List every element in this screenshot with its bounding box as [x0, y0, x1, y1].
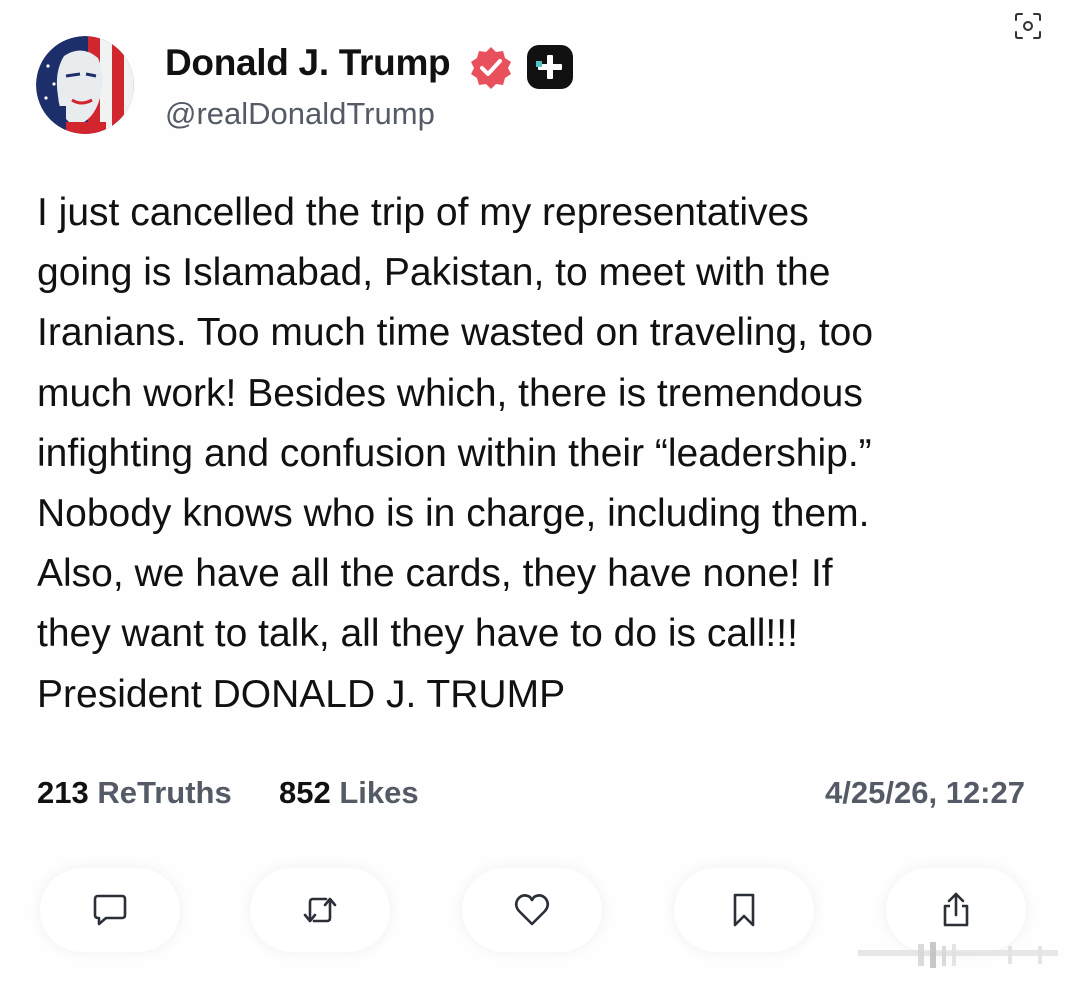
- post-line: going is Islamabad, Pakistan, to meet wi…: [37, 251, 831, 295]
- reply-button[interactable]: [40, 868, 180, 952]
- like-button[interactable]: [462, 868, 602, 952]
- post-timestamp: 4/25/26, 12:27: [825, 775, 1025, 810]
- lens-scan-icon[interactable]: [1010, 8, 1046, 44]
- post-body: I just cancelled the trip of my represen…: [37, 183, 1047, 725]
- display-name[interactable]: Donald J. Trump: [165, 42, 451, 84]
- retruth-icon: [303, 897, 337, 923]
- comment-icon: [93, 894, 127, 926]
- bookmark-icon: [733, 893, 755, 927]
- post-line: Nobody knows who is in charge, including…: [37, 492, 870, 536]
- post-card: Donald J. Trump @realDonaldTrump I just …: [0, 0, 1080, 992]
- watermark-graphic: [858, 942, 1058, 968]
- share-icon: [943, 892, 969, 927]
- plus-badge-icon: [527, 45, 573, 89]
- handle[interactable]: @realDonaldTrump: [165, 96, 435, 132]
- post-line: they want to talk, all they have to do i…: [37, 612, 798, 656]
- heart-icon: [514, 894, 550, 926]
- post-line: Also, we have all the cards, they have n…: [37, 552, 833, 596]
- avatar[interactable]: [36, 36, 134, 134]
- likes-label: Likes: [339, 775, 419, 810]
- post-line: infighting and confusion within their “l…: [37, 431, 872, 475]
- retruths-label: ReTruths: [97, 775, 232, 810]
- verified-badge-icon: [471, 47, 511, 89]
- likes-count: 852: [278, 775, 331, 810]
- retruths-count: 213: [37, 775, 89, 810]
- retruth-button[interactable]: [250, 868, 390, 952]
- likes-stat[interactable]: 852 Likes: [279, 775, 419, 810]
- post-line: much work! Besides which, there is treme…: [37, 371, 863, 415]
- post-line: I just cancelled the trip of my represen…: [37, 191, 809, 234]
- post-line: Iranians. Too much time wasted on travel…: [37, 311, 874, 355]
- retruths-stat[interactable]: 213 ReTruths: [37, 775, 240, 810]
- bookmark-button[interactable]: [674, 868, 814, 952]
- engagement-stats: 213 ReTruths 852 Likes: [37, 775, 419, 811]
- post-line: President DONALD J. TRUMP: [37, 672, 566, 716]
